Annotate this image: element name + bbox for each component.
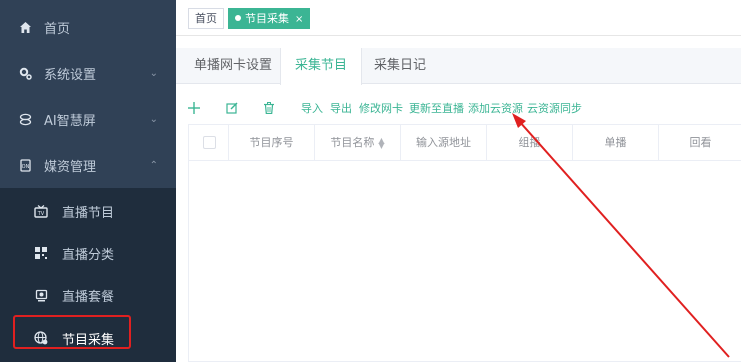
tag-home[interactable]: 首页: [188, 8, 224, 29]
col-playback: 回看: [689, 136, 712, 149]
select-all-cell: [189, 125, 229, 161]
sidebar-item-label: 媒资管理: [44, 159, 97, 175]
add-icon[interactable]: [186, 100, 202, 116]
toolbar: 导入 导出 修改网卡 更新至直播 添加云资源 云资源同步: [176, 98, 741, 120]
sidebar-subitem-live-packages[interactable]: 直播套餐: [0, 272, 176, 318]
col-unicast: 单播: [573, 125, 659, 161]
tags-view-bar: 首页 节目采集 ×: [176, 0, 741, 36]
main-content: 单播网卡设置 采集节目 采集日记 导入 导出 修改网卡 更新至直播 添加云资源 …: [176, 36, 741, 362]
gear-icon: [18, 66, 32, 80]
sidebar-item-media-management[interactable]: ON 媒资管理 ⌃: [0, 142, 176, 188]
select-all-checkbox[interactable]: [203, 136, 216, 149]
sidebar: 首页 系统设置 ⌄ AI智慧屏 ⌄ ON 媒资管理 ⌃ TV 直播节目 直播分类…: [0, 0, 176, 362]
tabs-bar: 单播网卡设置 采集节目 采集日记: [176, 48, 741, 85]
tab-unicast-nic-settings[interactable]: 单播网卡设置: [180, 48, 286, 84]
sidebar-item-label: 系统设置: [44, 67, 97, 83]
tag-program-collection[interactable]: 节目采集 ×: [228, 8, 311, 29]
sidebar-item-label: 直播套餐: [62, 289, 115, 305]
cloud-resource-sync-link[interactable]: 云资源同步: [527, 100, 582, 116]
modify-nic-link[interactable]: 修改网卡: [359, 100, 403, 116]
app-root: 首页 系统设置 ⌄ AI智慧屏 ⌄ ON 媒资管理 ⌃ TV 直播节目 直播分类…: [0, 0, 741, 362]
sidebar-item-label: 直播分类: [62, 247, 115, 263]
export-link[interactable]: 导出: [330, 100, 352, 116]
tab-collect-programs[interactable]: 采集节目: [280, 48, 363, 85]
package-icon: [34, 288, 48, 302]
media-icon: ON: [18, 158, 32, 172]
delete-icon[interactable]: [261, 100, 277, 116]
close-icon[interactable]: ×: [295, 14, 303, 25]
chevron-down-icon: ⌄: [149, 113, 158, 125]
sidebar-item-label: 首页: [44, 21, 71, 37]
table-header: 节目序号 节目名称 ▲ ▼ 输入源地址 组播 单播 回看: [189, 125, 741, 161]
col-label: 节目名称: [330, 136, 375, 149]
sidebar-item-label: 直播节目: [62, 205, 115, 221]
highlight-annotation-box: [13, 315, 131, 349]
import-link[interactable]: 导入: [301, 100, 323, 116]
sidebar-item-label: AI智慧屏: [44, 113, 96, 129]
sidebar-item-home[interactable]: 首页: [0, 4, 176, 50]
ai-icon: [18, 112, 32, 126]
chevron-down-icon: ⌄: [149, 67, 158, 79]
chevron-up-icon: ⌃: [149, 159, 158, 171]
col-multicast: 组播: [487, 125, 573, 161]
home-icon: [18, 20, 32, 34]
add-cloud-resource-link[interactable]: 添加云资源: [468, 100, 523, 116]
edit-icon[interactable]: [224, 100, 240, 116]
sidebar-subitem-live-categories[interactable]: 直播分类: [0, 230, 176, 276]
tag-label: 节目采集: [245, 12, 289, 25]
svg-text:TV: TV: [37, 211, 45, 217]
tab-collection-log[interactable]: 采集日记: [360, 48, 440, 84]
sidebar-item-ai-screen[interactable]: AI智慧屏 ⌄: [0, 96, 176, 142]
tv-icon: TV: [34, 204, 48, 218]
svg-text:ON: ON: [21, 164, 29, 170]
active-dot-icon: [235, 15, 241, 21]
category-icon: [34, 246, 48, 260]
update-to-live-link[interactable]: 更新至直播: [409, 100, 464, 116]
col-program-name[interactable]: 节目名称 ▲ ▼: [315, 125, 401, 161]
col-program-number: 节目序号: [229, 125, 315, 161]
sidebar-item-system-settings[interactable]: 系统设置 ⌄: [0, 50, 176, 96]
sidebar-subitem-live-programs[interactable]: TV 直播节目: [0, 188, 176, 234]
col-input-source: 输入源地址: [401, 125, 487, 161]
programs-table: 节目序号 节目名称 ▲ ▼ 输入源地址 组播 单播 回看: [188, 124, 741, 362]
sort-icon[interactable]: ▲ ▼: [378, 137, 384, 150]
